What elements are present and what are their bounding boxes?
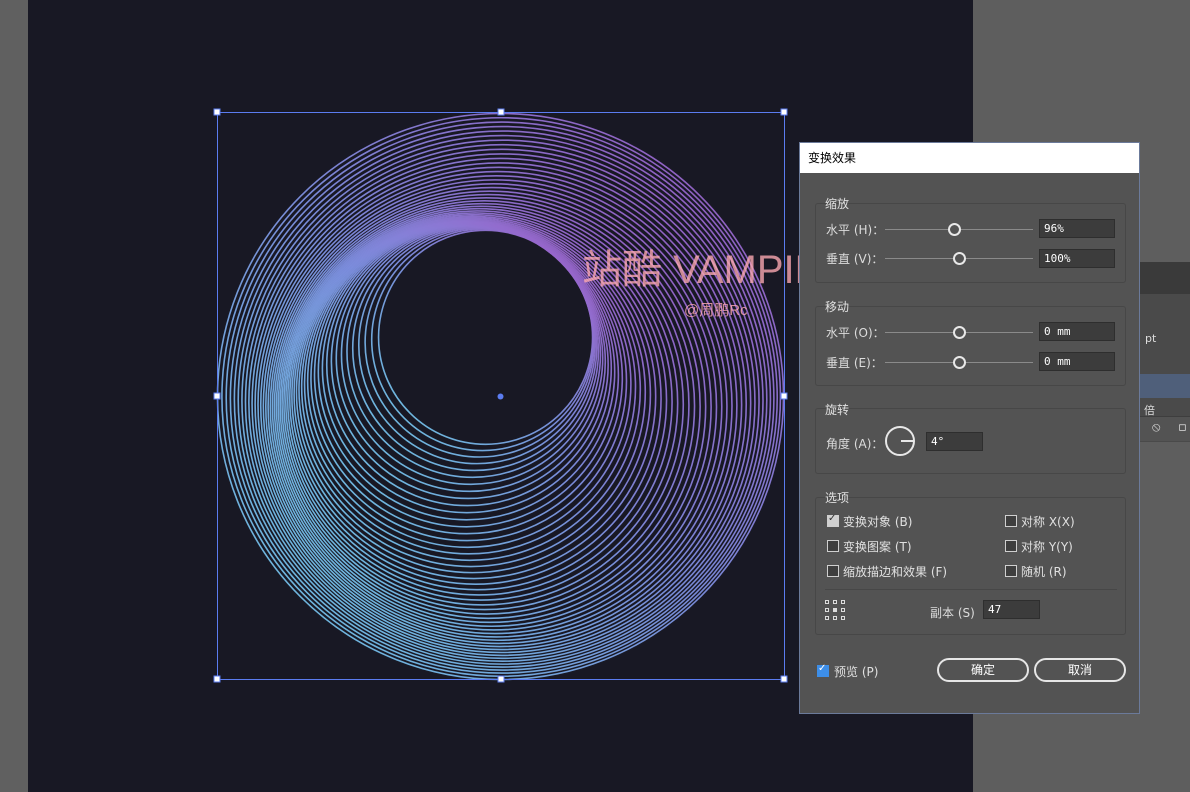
selection-handle <box>497 675 505 683</box>
scale-vertical-knob[interactable] <box>952 252 966 265</box>
panel-selected-row[interactable] <box>1140 374 1190 398</box>
reflect-y-checkbox[interactable] <box>1005 540 1017 552</box>
selection-handle <box>213 675 221 683</box>
scale-group <box>815 203 1126 283</box>
transform-effect-dialog: 变换效果 缩放 水平 (H)： 96% 垂直 (V)： 100% 移动 水平 (… <box>799 142 1140 714</box>
no-entry-icon[interactable]: ⦸ <box>1152 420 1160 435</box>
center-point <box>497 393 504 400</box>
copies-input[interactable]: 47 <box>983 600 1040 619</box>
random-label: 随机 (R) <box>1021 565 1067 579</box>
rotation-dial[interactable] <box>885 426 915 456</box>
scale-strokes-checkbox[interactable] <box>827 565 839 577</box>
transform-patterns-checkbox[interactable] <box>827 540 839 552</box>
rotate-angle-input[interactable]: 4° <box>926 432 983 451</box>
scale-section-label: 缩放 <box>825 197 850 211</box>
move-horizontal-input[interactable]: 0 mm <box>1039 322 1115 341</box>
scale-vertical-input[interactable]: 100% <box>1039 249 1115 268</box>
background-panel-header <box>1140 262 1190 294</box>
spiral-ring <box>364 227 595 458</box>
transform-objects-label: 变换对象 (B) <box>843 515 913 529</box>
move-vertical-label: 垂直 (E)： <box>826 356 883 370</box>
copies-label: 副本 (S) <box>930 606 975 620</box>
panel-icon-bar: ⦸ ▫ <box>1140 416 1190 441</box>
ok-button[interactable]: 确定 <box>937 658 1029 682</box>
spiral-ring <box>346 225 600 479</box>
move-horizontal-knob[interactable] <box>952 326 966 339</box>
panel-unit-label: pt <box>1145 332 1157 345</box>
move-group <box>815 306 1126 386</box>
preview-label: 预览 (P) <box>834 665 879 679</box>
options-section-label: 选项 <box>825 491 850 505</box>
spiral-ring <box>351 225 598 472</box>
rotate-section-label: 旋转 <box>825 403 850 417</box>
move-section-label: 移动 <box>825 300 850 314</box>
reflect-x-label: 对称 X(X) <box>1021 515 1075 529</box>
transform-patterns-label: 变换图案 (T) <box>843 540 912 554</box>
transform-objects-checkbox[interactable] <box>827 513 839 527</box>
scale-vertical-label: 垂直 (V)： <box>826 252 884 266</box>
scale-strokes-label: 缩放描边和效果 (F) <box>843 565 948 579</box>
new-layer-icon[interactable]: ▫ <box>1178 420 1187 435</box>
random-checkbox[interactable] <box>1005 565 1017 577</box>
watermark-author: @周鹏Rc <box>684 302 748 319</box>
selection-handle <box>780 108 788 116</box>
selection-handle <box>780 392 788 400</box>
reflect-x-checkbox[interactable] <box>1005 515 1017 527</box>
options-divider <box>825 589 1117 590</box>
move-vertical-input[interactable]: 0 mm <box>1039 352 1115 371</box>
selection-handle <box>213 392 221 400</box>
rotate-angle-label: 角度 (A)： <box>826 437 884 451</box>
move-horizontal-label: 水平 (O)： <box>826 326 885 340</box>
selection-handle <box>213 108 221 116</box>
spiral-ring <box>357 226 597 465</box>
cancel-button[interactable]: 取消 <box>1034 658 1126 682</box>
selection-handle <box>497 108 505 116</box>
reflect-y-label: 对称 Y(Y) <box>1021 540 1073 554</box>
selection-handle <box>780 675 788 683</box>
dialog-title: 变换效果 <box>800 143 1139 173</box>
move-vertical-knob[interactable] <box>952 356 966 369</box>
canvas-gutter-left <box>0 0 28 792</box>
preview-checkbox[interactable] <box>817 663 829 677</box>
reference-point-icon[interactable] <box>825 600 845 620</box>
scale-horizontal-knob[interactable] <box>948 223 962 236</box>
scale-horizontal-label: 水平 (H)： <box>826 223 885 237</box>
scale-horizontal-input[interactable]: 96% <box>1039 219 1115 238</box>
background-panel: pt 倍 ⦸ ▫ <box>1140 262 1190 442</box>
